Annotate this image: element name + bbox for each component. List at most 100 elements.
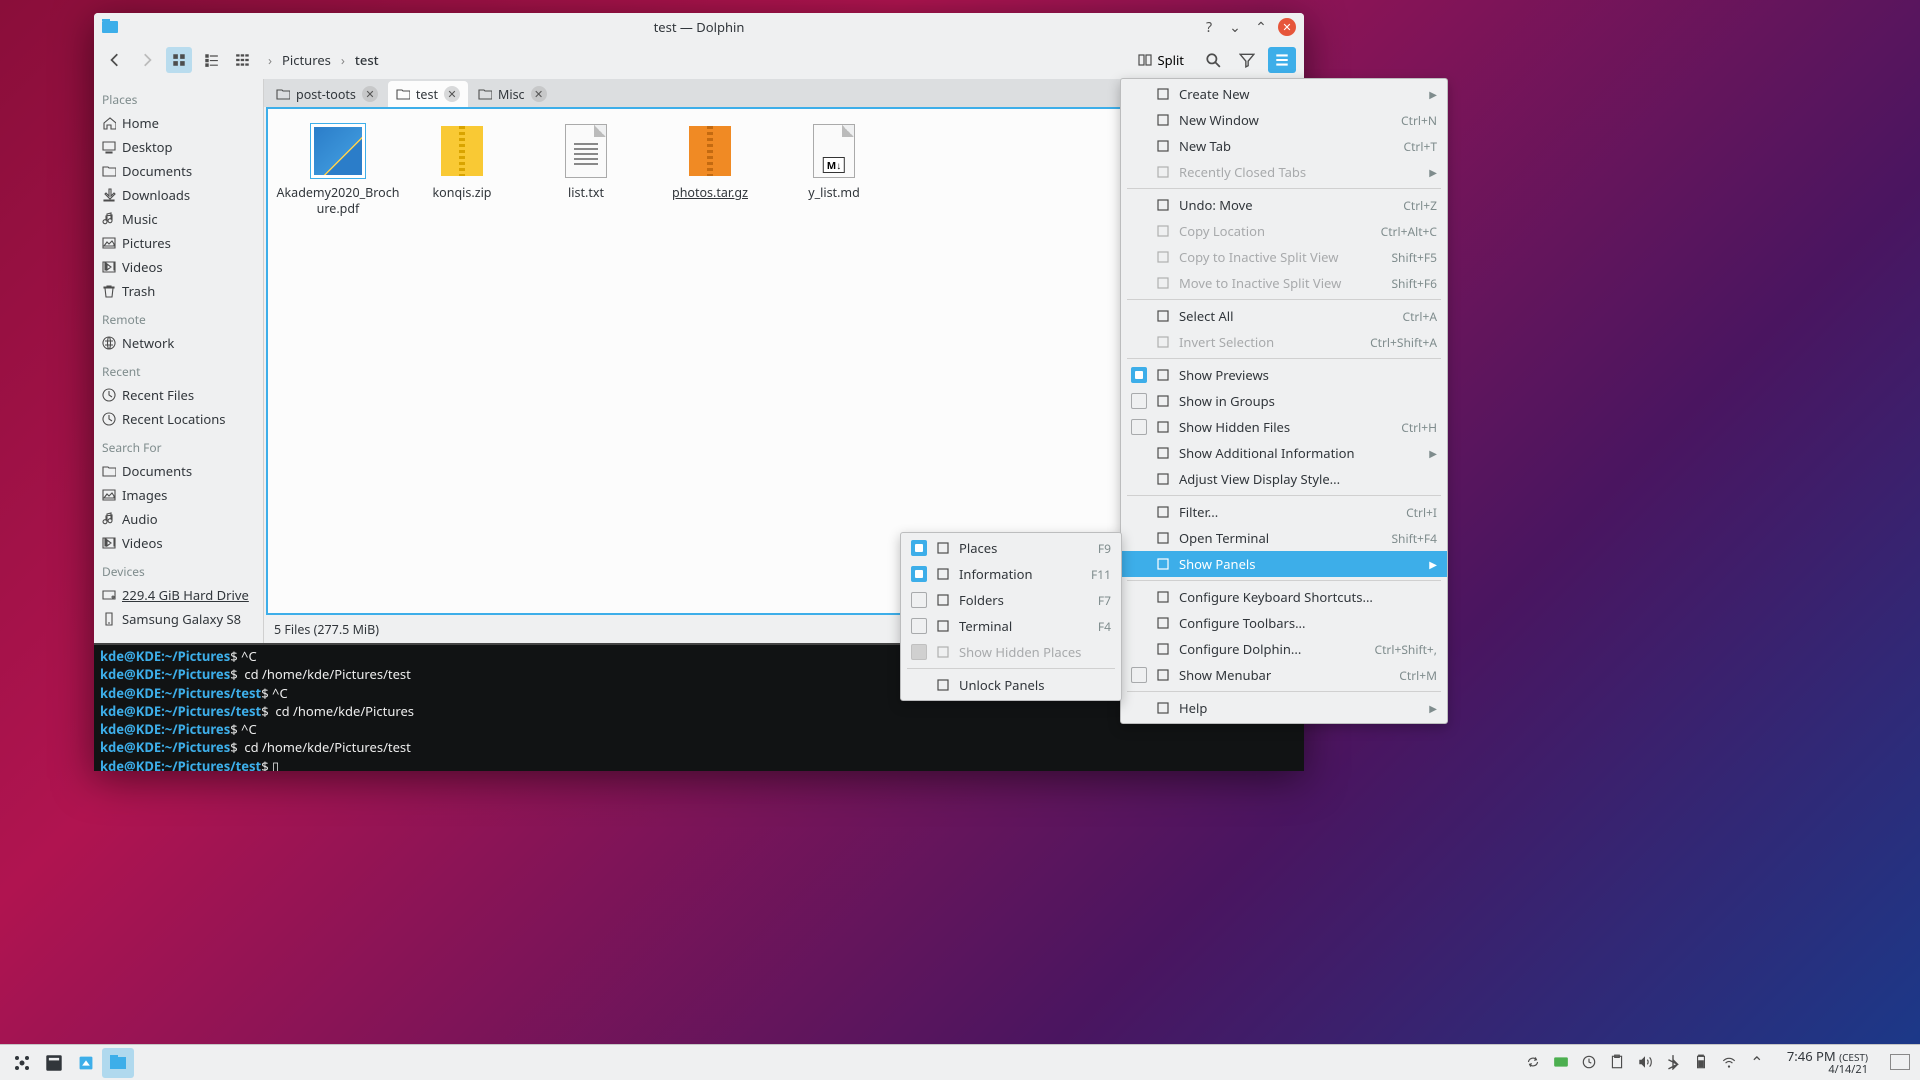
- sidebar-item-videos[interactable]: Videos: [94, 531, 263, 555]
- forward-button[interactable]: [134, 47, 160, 73]
- menu-item-information[interactable]: InformationF11: [901, 561, 1121, 587]
- clock-icon[interactable]: [1581, 1054, 1597, 1070]
- sidebar-item-images[interactable]: Images: [94, 483, 263, 507]
- menu-item-show-hidden-files[interactable]: Show Hidden FilesCtrl+H: [1121, 414, 1447, 440]
- info-icon: [1155, 445, 1171, 461]
- dolphin-task-button[interactable]: [102, 1048, 134, 1078]
- folder-icon: [102, 464, 116, 478]
- tray-expand-icon[interactable]: ⌃: [1749, 1054, 1765, 1070]
- chevron-right-icon: ▶: [1429, 701, 1437, 715]
- menu-item-label: Configure Dolphin...: [1179, 640, 1347, 658]
- clock-widget[interactable]: 7:46 PM (CEST) 4/14/21: [1787, 1049, 1868, 1075]
- icons-view-button[interactable]: [166, 47, 192, 73]
- menu-item-select-all[interactable]: Select AllCtrl+A: [1121, 303, 1447, 329]
- task-manager-button[interactable]: [38, 1048, 70, 1078]
- split-button[interactable]: Split: [1130, 48, 1192, 72]
- menu-item-new-window[interactable]: New WindowCtrl+N: [1121, 107, 1447, 133]
- menu-item-folders[interactable]: FoldersF7: [901, 587, 1121, 613]
- sidebar-item-network[interactable]: Network: [94, 331, 263, 355]
- tab-close-button[interactable]: ✕: [531, 86, 547, 102]
- menu-item-configure-dolphin-[interactable]: Configure Dolphin...Ctrl+Shift+,: [1121, 636, 1447, 662]
- trash-icon: [102, 284, 116, 298]
- close-button[interactable]: ✕: [1278, 18, 1296, 36]
- menu-item-configure-toolbars-[interactable]: Configure Toolbars...: [1121, 610, 1447, 636]
- menu-item-undo-move[interactable]: Undo: MoveCtrl+Z: [1121, 192, 1447, 218]
- menu-item-create-new[interactable]: Create New▶: [1121, 81, 1447, 107]
- sidebar-item-videos[interactable]: Videos: [94, 255, 263, 279]
- toolbar: › Pictures › test Split: [94, 41, 1304, 79]
- menu-item-show-in-groups[interactable]: Show in Groups: [1121, 388, 1447, 414]
- sidebar-item-recent-locations[interactable]: Recent Locations: [94, 407, 263, 431]
- sidebar-item-audio[interactable]: Audio: [94, 507, 263, 531]
- menu-item-help[interactable]: Help▶: [1121, 695, 1447, 721]
- file-item[interactable]: Akademy2020_Brochure.pdf: [276, 123, 400, 233]
- battery-icon[interactable]: [1693, 1054, 1709, 1070]
- file-item[interactable]: M↓y_list.md: [772, 123, 896, 233]
- clipboard-icon[interactable]: [1609, 1054, 1625, 1070]
- menu-item-unlock-panels[interactable]: Unlock Panels: [901, 672, 1121, 698]
- details-view-button[interactable]: [230, 47, 256, 73]
- file-item[interactable]: list.txt: [524, 123, 648, 233]
- sidebar-item-samsung-galaxy-s8[interactable]: Samsung Galaxy S8: [94, 607, 263, 631]
- filter-button[interactable]: [1234, 47, 1260, 73]
- menu-item-places[interactable]: PlacesF9: [901, 535, 1121, 561]
- discover-button[interactable]: [70, 1048, 102, 1078]
- menu-item-adjust-view-display-style-[interactable]: Adjust View Display Style...: [1121, 466, 1447, 492]
- maximize-button[interactable]: ⌃: [1252, 18, 1270, 36]
- menu-item-configure-keyboard-shortcuts-[interactable]: Configure Keyboard Shortcuts...: [1121, 584, 1447, 610]
- menu-item-show-panels[interactable]: Show Panels▶: [1121, 551, 1447, 577]
- volume-icon[interactable]: [1637, 1054, 1653, 1070]
- menu-item-terminal[interactable]: TerminalF4: [901, 613, 1121, 639]
- checkbox-icon: [1131, 419, 1147, 435]
- menu-item-open-terminal[interactable]: Open TerminalShift+F4: [1121, 525, 1447, 551]
- bluetooth-icon[interactable]: [1665, 1054, 1681, 1070]
- back-button[interactable]: [102, 47, 128, 73]
- menu-item-new-tab[interactable]: New TabCtrl+T: [1121, 133, 1447, 159]
- chevron-right-icon: ▶: [1429, 87, 1437, 101]
- sidebar-item-documents[interactable]: Documents: [94, 459, 263, 483]
- menu-item-show-menubar[interactable]: Show MenubarCtrl+M: [1121, 662, 1447, 688]
- menu-item-show-previews[interactable]: Show Previews: [1121, 362, 1447, 388]
- tab-post-toots[interactable]: post-toots ✕: [268, 81, 386, 107]
- updates-icon[interactable]: [1525, 1054, 1541, 1070]
- minimize-button[interactable]: ⌄: [1226, 18, 1244, 36]
- sidebar-item-pictures[interactable]: Pictures: [94, 231, 263, 255]
- sidebar-item-home[interactable]: Home: [94, 111, 263, 135]
- menu-item-label: Configure Keyboard Shortcuts...: [1179, 588, 1437, 606]
- panel-icon: [1155, 556, 1171, 572]
- sidebar-heading-remote: Remote: [94, 303, 263, 331]
- sidebar-item-documents[interactable]: Documents: [94, 159, 263, 183]
- tab-test[interactable]: test✕: [388, 81, 468, 107]
- sidebar-item-downloads[interactable]: Downloads: [94, 183, 263, 207]
- sidebar-heading-search: Search For: [94, 431, 263, 459]
- file-item[interactable]: photos.tar.gz: [648, 123, 772, 233]
- breadcrumb-item[interactable]: test: [355, 51, 379, 69]
- keyboard-layout-icon[interactable]: [1553, 1054, 1569, 1070]
- file-item[interactable]: konqis.zip: [400, 123, 524, 233]
- app-launcher-button[interactable]: [6, 1048, 38, 1078]
- menu-item-filter-[interactable]: Filter...Ctrl+I: [1121, 499, 1447, 525]
- menu-item-show-additional-information[interactable]: Show Additional Information▶: [1121, 440, 1447, 466]
- sidebar-item-recent-files[interactable]: Recent Files: [94, 383, 263, 407]
- wifi-icon[interactable]: [1721, 1054, 1737, 1070]
- sidebar-item-229-4-gib-hard-drive[interactable]: 229.4 GiB Hard Drive: [94, 583, 263, 607]
- sidebar-item-music[interactable]: Music: [94, 207, 263, 231]
- tab-Misc[interactable]: Misc✕: [470, 81, 555, 107]
- folder-icon: [102, 164, 116, 178]
- hamburger-menu-button[interactable]: [1268, 47, 1296, 73]
- titlebar: test — Dolphin ? ⌄ ⌃ ✕: [94, 13, 1304, 41]
- compact-view-button[interactable]: [198, 47, 224, 73]
- breadcrumb-item[interactable]: Pictures: [282, 51, 331, 69]
- menu-separator: [1127, 495, 1441, 496]
- tab-close-button[interactable]: ✕: [444, 86, 460, 102]
- search-button[interactable]: [1200, 47, 1226, 73]
- sidebar-item-label: Samsung Galaxy S8: [122, 610, 241, 628]
- sidebar-heading-places: Places: [94, 83, 263, 111]
- sidebar-item-label: Recent Locations: [122, 410, 225, 428]
- tab-close-button[interactable]: ✕: [362, 86, 378, 102]
- sidebar-item-desktop[interactable]: Desktop: [94, 135, 263, 159]
- sidebar-item-trash[interactable]: Trash: [94, 279, 263, 303]
- help-button[interactable]: ?: [1200, 18, 1218, 36]
- tab-label: post-toots: [296, 86, 356, 103]
- show-desktop-button[interactable]: [1890, 1054, 1910, 1070]
